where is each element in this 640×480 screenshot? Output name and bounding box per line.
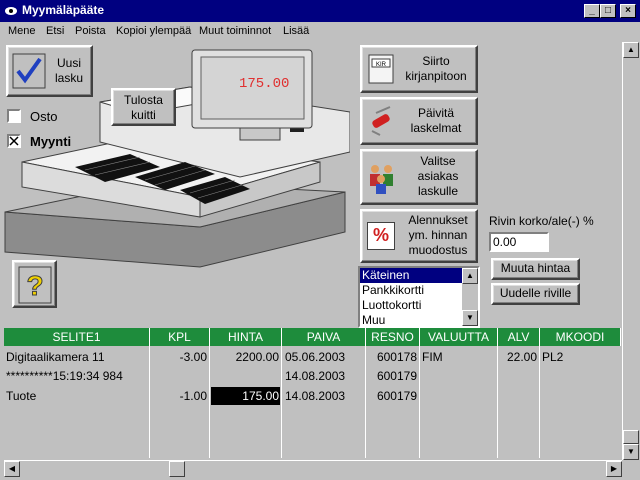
new-row-label: Uudelle riville bbox=[499, 286, 572, 300]
new-row-button[interactable]: Uudelle riville bbox=[491, 283, 580, 305]
percent-icon: % bbox=[367, 222, 395, 250]
table-cell[interactable]: 14.08.2003 bbox=[285, 367, 345, 385]
update-calculations-label: Päivitä laskelmat bbox=[410, 106, 462, 135]
table-cell[interactable]: -3.00 bbox=[150, 348, 207, 366]
table-cell[interactable]: 600179 bbox=[366, 367, 417, 385]
app-icon bbox=[5, 7, 17, 15]
discounts-label: Alennukset ym. hinnan muodostus bbox=[408, 213, 468, 257]
people-icon bbox=[370, 165, 393, 194]
discount-value: 0.00 bbox=[493, 235, 517, 249]
register-display-value: 175.00 bbox=[239, 76, 290, 92]
new-invoice-label: Uusi lasku bbox=[54, 56, 83, 85]
purchase-label: Osto bbox=[30, 109, 58, 124]
payment-method-list[interactable]: Käteinen Pankkikortti Luottokortti Muu ▲… bbox=[358, 266, 480, 328]
menu-kopioi[interactable]: Kopioi ylempää bbox=[116, 25, 191, 37]
svg-text:?: ? bbox=[26, 270, 43, 301]
list-item[interactable]: Käteinen bbox=[362, 268, 409, 283]
table-cell[interactable]: 05.06.2003 bbox=[285, 348, 345, 366]
menu-bar: Mene Etsi Poista Kopioi ylempää Muut toi… bbox=[0, 22, 640, 42]
sale-label: Myynti bbox=[30, 134, 72, 149]
column-header-kpl[interactable]: KPL bbox=[150, 328, 210, 346]
scroll-right-arrow-icon[interactable]: ▶ bbox=[606, 461, 622, 477]
list-item[interactable]: Pankkikortti bbox=[362, 283, 424, 298]
menu-poista[interactable]: Poista bbox=[75, 25, 106, 37]
table-cell[interactable]: **********15:19:34 984 bbox=[6, 367, 123, 385]
column-header-resno[interactable]: RESNO bbox=[366, 328, 420, 346]
checkmark-icon bbox=[12, 53, 46, 89]
table-cell[interactable]: 600178 bbox=[366, 348, 417, 366]
print-receipt-button[interactable]: Tulosta kuitti bbox=[111, 88, 176, 126]
register-display: 175.00 bbox=[205, 60, 300, 110]
maximize-button[interactable]: □ bbox=[600, 4, 616, 18]
list-item[interactable]: Muu bbox=[362, 313, 385, 326]
table-cell[interactable]: 14.08.2003 bbox=[285, 387, 345, 405]
change-price-label: Muuta hintaa bbox=[500, 261, 571, 275]
table-cell[interactable]: FIM bbox=[422, 348, 443, 366]
menu-etsi[interactable]: Etsi bbox=[46, 25, 64, 37]
column-header-mkoodi[interactable]: MKOODI bbox=[540, 328, 621, 346]
selected-table-cell[interactable]: 175.00 bbox=[210, 387, 279, 405]
list-scrollbar[interactable]: ▲ ▼ bbox=[462, 268, 478, 326]
title-bar: Myymäläpääte _ □ × bbox=[0, 0, 640, 22]
purchase-checkbox[interactable] bbox=[7, 109, 21, 123]
column-header-hinta[interactable]: HINTA bbox=[210, 328, 282, 346]
ledger-book-icon: KIR bbox=[368, 54, 394, 84]
scroll-up-arrow-icon[interactable]: ▲ bbox=[623, 42, 639, 58]
scroll-thumb[interactable] bbox=[169, 461, 185, 477]
menu-mene[interactable]: Mene bbox=[8, 25, 36, 37]
column-header-valuutta[interactable]: VALUUTTA bbox=[420, 328, 498, 346]
discounts-button[interactable]: % Alennukset ym. hinnan muodostus bbox=[360, 209, 478, 263]
table-cell[interactable]: 22.00 bbox=[498, 348, 537, 366]
scroll-down-arrow-icon[interactable]: ▼ bbox=[462, 310, 478, 326]
list-item[interactable]: Luottokortti bbox=[362, 298, 421, 313]
scroll-thumb[interactable] bbox=[623, 430, 639, 444]
column-header-selite[interactable]: SELITE1 bbox=[4, 328, 150, 346]
vertical-scrollbar[interactable]: ▲ ▼ bbox=[622, 42, 639, 460]
table-cell[interactable]: PL2 bbox=[542, 348, 563, 366]
transfer-accounting-label: Siirto kirjanpitoon bbox=[405, 54, 467, 83]
column-header-paiva[interactable]: PAIVA bbox=[282, 328, 366, 346]
invoice-table: SELITE1 KPL HINTA PAIVA RESNO VALUUTTA A… bbox=[4, 328, 621, 458]
table-cell[interactable]: 2200.00 bbox=[210, 348, 279, 366]
select-customer-button[interactable]: Valitse asiakas laskulle bbox=[360, 149, 478, 205]
discount-input[interactable]: 0.00 bbox=[489, 232, 549, 252]
menu-muut[interactable]: Muut toiminnot bbox=[199, 25, 271, 37]
select-customer-label: Valitse asiakas laskulle bbox=[417, 154, 459, 198]
new-invoice-button[interactable]: Uusi lasku bbox=[6, 45, 93, 97]
transfer-accounting-button[interactable]: KIR Siirto kirjanpitoon bbox=[360, 45, 478, 93]
menu-lisaa[interactable]: Lisää bbox=[283, 25, 309, 37]
help-button[interactable]: ? bbox=[12, 260, 57, 308]
scroll-up-arrow-icon[interactable]: ▲ bbox=[462, 268, 478, 284]
print-receipt-label: Tulosta kuitti bbox=[124, 93, 163, 122]
close-button[interactable]: × bbox=[620, 4, 636, 18]
table-cell[interactable]: Digitaalikamera 11 bbox=[6, 348, 105, 366]
discount-label: Rivin korko/ale(-) % bbox=[489, 214, 594, 228]
svg-text:KIR: KIR bbox=[376, 62, 387, 68]
sale-checkbox[interactable] bbox=[7, 134, 21, 148]
scroll-down-arrow-icon[interactable]: ▼ bbox=[623, 444, 639, 460]
table-cell[interactable]: -1.00 bbox=[150, 387, 207, 405]
change-price-button[interactable]: Muuta hintaa bbox=[491, 258, 580, 280]
checkbox-x-icon bbox=[9, 136, 19, 146]
scroll-left-arrow-icon[interactable]: ◀ bbox=[4, 461, 20, 477]
table-cell[interactable]: Tuote bbox=[6, 387, 36, 405]
swiss-knife-icon bbox=[371, 106, 391, 136]
horizontal-scrollbar[interactable]: ◀ ▶ bbox=[4, 460, 622, 477]
question-mark-icon: ? bbox=[18, 266, 52, 304]
table-cell[interactable]: 600179 bbox=[366, 387, 417, 405]
minimize-button[interactable]: _ bbox=[584, 4, 600, 18]
window-title: Myymäläpääte bbox=[22, 3, 105, 17]
update-calculations-button[interactable]: Päivitä laskelmat bbox=[360, 97, 478, 145]
column-header-alv[interactable]: ALV bbox=[498, 328, 540, 346]
